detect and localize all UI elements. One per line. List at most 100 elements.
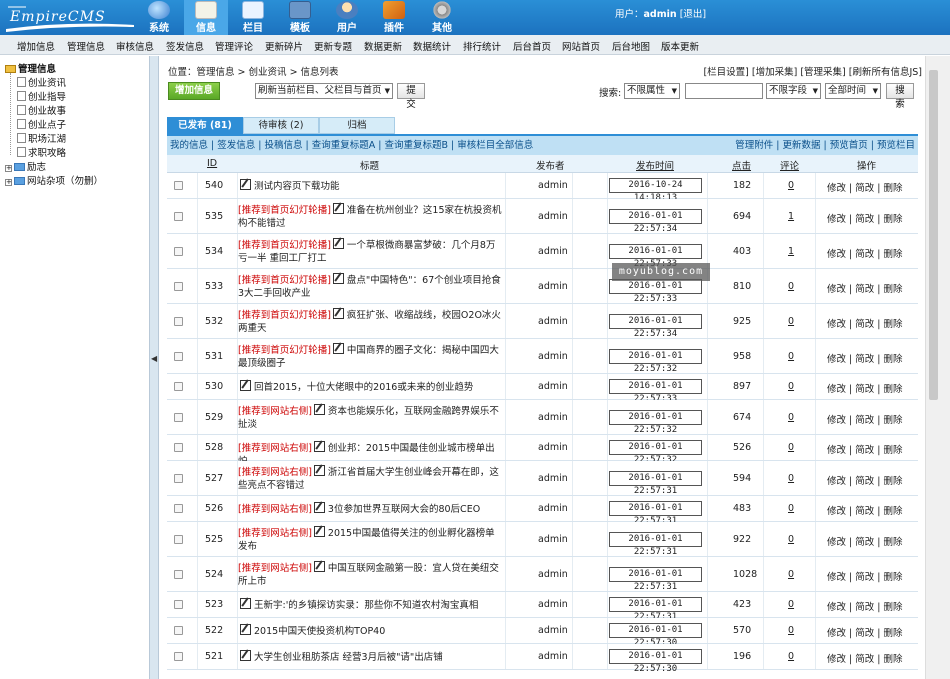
row-comments-link[interactable]: 0 bbox=[788, 180, 794, 191]
topnav-user[interactable]: 用户 bbox=[325, 0, 369, 35]
edit-icon[interactable] bbox=[240, 598, 251, 609]
row-time-input[interactable]: 2016-01-01 22:57:31 bbox=[609, 532, 702, 557]
menu-item[interactable]: 数据统计 bbox=[413, 39, 451, 53]
menu-item[interactable]: 数据更新 bbox=[364, 39, 402, 53]
row-ops-links[interactable]: 修改 | 简改 | 删除 bbox=[827, 569, 902, 583]
row-checkbox[interactable] bbox=[174, 181, 183, 190]
row-ops-links[interactable]: 修改 | 简改 | 删除 bbox=[827, 625, 902, 639]
row-ops-links[interactable]: 修改 | 简改 | 删除 bbox=[827, 412, 902, 426]
table-toolbar-left-links[interactable]: 我的信息 | 签发信息 | 投稿信息 | 查询重复标题A | 查询重复标题B |… bbox=[170, 140, 533, 151]
row-time-input[interactable]: 2016-01-01 22:57:31 bbox=[609, 471, 702, 496]
row-checkbox[interactable] bbox=[174, 282, 183, 291]
row-time-input[interactable]: 2016-10-24 14:18:13 bbox=[609, 178, 702, 203]
row-time-input[interactable]: 2016-01-01 22:57:33 bbox=[609, 244, 702, 269]
edit-icon[interactable] bbox=[240, 650, 251, 661]
expand-icon[interactable]: + bbox=[5, 179, 12, 186]
tree-item[interactable]: 创业指导 bbox=[17, 89, 66, 103]
edit-icon[interactable] bbox=[313, 404, 325, 415]
time-select[interactable]: 全部时间 bbox=[825, 83, 881, 99]
row-checkbox[interactable] bbox=[174, 600, 183, 609]
row-checkbox[interactable] bbox=[174, 413, 183, 422]
topnav-other[interactable]: 其他 bbox=[420, 0, 464, 35]
row-ops-links[interactable]: 修改 | 简改 | 删除 bbox=[827, 442, 902, 456]
row-ops-links[interactable]: 修改 | 简改 | 删除 bbox=[827, 599, 902, 613]
edit-icon[interactable] bbox=[313, 441, 325, 452]
row-title-link[interactable]: 大学生创业租肪茶店 经营3月后被"请"出店铺 bbox=[254, 652, 443, 663]
edit-icon[interactable] bbox=[313, 465, 325, 476]
menu-item[interactable]: 后台首页 bbox=[513, 39, 551, 53]
edit-icon[interactable] bbox=[240, 624, 251, 635]
tab-published[interactable]: 已发布 (81) bbox=[167, 117, 243, 134]
tree-item[interactable]: 求职攻略 bbox=[17, 145, 66, 159]
row-time-input[interactable]: 2016-01-01 22:57:31 bbox=[609, 597, 702, 622]
row-checkbox[interactable] bbox=[174, 474, 183, 483]
row-recommend-tag[interactable]: [推荐到网站右侧] bbox=[238, 528, 312, 539]
row-ops-links[interactable]: 修改 | 简改 | 删除 bbox=[827, 351, 902, 365]
row-checkbox[interactable] bbox=[174, 626, 183, 635]
row-comments-link[interactable]: 0 bbox=[788, 503, 794, 514]
edit-icon[interactable] bbox=[332, 343, 344, 354]
topnav-plugin[interactable]: 插件 bbox=[372, 0, 416, 35]
menu-item[interactable]: 更新专题 bbox=[314, 39, 352, 53]
scrollbar-thumb[interactable] bbox=[929, 70, 938, 400]
row-recommend-tag[interactable]: [推荐到网站右侧] bbox=[238, 504, 312, 515]
row-recommend-tag[interactable]: [推荐到首页幻灯轮播] bbox=[238, 345, 331, 356]
col-comments[interactable]: 评论 bbox=[780, 158, 799, 172]
tree-item[interactable]: 创业故事 bbox=[17, 103, 66, 117]
row-title-link[interactable]: 2015中国天使投资机构TOP40 bbox=[254, 626, 385, 637]
tab-archive[interactable]: 归档 bbox=[319, 117, 395, 134]
menu-item[interactable]: 增加信息 bbox=[17, 39, 55, 53]
row-time-input[interactable]: 2016-01-01 22:57:30 bbox=[609, 649, 702, 674]
refresh-select[interactable]: 刷新当前栏目、父栏目与首页 bbox=[255, 83, 393, 99]
edit-icon[interactable] bbox=[332, 238, 344, 249]
row-ops-links[interactable]: 修改 | 简改 | 删除 bbox=[827, 381, 902, 395]
menu-item[interactable]: 网站首页 bbox=[562, 39, 600, 53]
tree-item[interactable]: 创业资讯 bbox=[17, 75, 66, 89]
edit-icon[interactable] bbox=[240, 179, 251, 190]
row-recommend-tag[interactable]: [推荐到网站右侧] bbox=[238, 467, 312, 478]
breadcrumb-link[interactable]: 管理信息 bbox=[197, 67, 235, 78]
row-checkbox[interactable] bbox=[174, 443, 183, 452]
field-select[interactable]: 不限字段 bbox=[766, 83, 821, 99]
collapse-handle[interactable]: ◀ bbox=[150, 56, 159, 679]
row-recommend-tag[interactable]: [推荐到网站右侧] bbox=[238, 443, 312, 454]
row-title-link[interactable]: 回首2015，十位大佬眼中的2016或未来的创业趋势 bbox=[254, 382, 473, 393]
top-links[interactable]: [栏目设置] [增加采集] [管理采集] [刷新所有信息JS] bbox=[703, 64, 922, 78]
row-time-input[interactable]: 2016-01-01 22:57:32 bbox=[609, 410, 702, 435]
row-comments-link[interactable]: 0 bbox=[788, 281, 794, 292]
row-recommend-tag[interactable]: [推荐到首页幻灯轮播] bbox=[238, 275, 331, 286]
row-recommend-tag[interactable]: [推荐到首页幻灯轮播] bbox=[238, 240, 331, 251]
col-clicks[interactable]: 点击 bbox=[732, 158, 751, 172]
row-time-input[interactable]: 2016-01-01 22:57:33 bbox=[609, 279, 702, 304]
row-comments-link[interactable]: 0 bbox=[788, 651, 794, 662]
row-title-link[interactable]: 王新宇:'的乡镇探访实录：那些你不知道农村淘宝真相 bbox=[254, 600, 478, 611]
row-comments-link[interactable]: 0 bbox=[788, 625, 794, 636]
row-time-input[interactable]: 2016-01-01 22:57:34 bbox=[609, 209, 702, 234]
table-toolbar-right-links[interactable]: 管理附件 | 更新数据 | 预览首页 | 预览栏目 bbox=[735, 136, 915, 155]
row-ops-links[interactable]: 修改 | 简改 | 删除 bbox=[827, 316, 902, 330]
row-comments-link[interactable]: 0 bbox=[788, 351, 794, 362]
row-time-input[interactable]: 2016-01-01 22:57:30 bbox=[609, 623, 702, 648]
row-ops-links[interactable]: 修改 | 简改 | 删除 bbox=[827, 281, 902, 295]
menu-item[interactable]: 管理信息 bbox=[67, 39, 105, 53]
row-checkbox[interactable] bbox=[174, 352, 183, 361]
edit-icon[interactable] bbox=[240, 380, 251, 391]
menu-item[interactable]: 后台地图 bbox=[612, 39, 650, 53]
row-checkbox[interactable] bbox=[174, 317, 183, 326]
edit-icon[interactable] bbox=[313, 502, 325, 513]
row-checkbox[interactable] bbox=[174, 570, 183, 579]
search-button[interactable]: 搜索 bbox=[886, 83, 914, 110]
row-time-input[interactable]: 2016-01-01 22:57:32 bbox=[609, 440, 702, 465]
add-info-button[interactable]: 增加信息 bbox=[168, 82, 220, 100]
topnav-system[interactable]: 系统 bbox=[137, 0, 181, 35]
row-comments-link[interactable]: 0 bbox=[788, 381, 794, 392]
row-recommend-tag[interactable]: [推荐到网站右侧] bbox=[238, 406, 312, 417]
row-ops-links[interactable]: 修改 | 简改 | 删除 bbox=[827, 180, 902, 194]
row-checkbox[interactable] bbox=[174, 504, 183, 513]
topnav-column[interactable]: 栏目 bbox=[231, 0, 275, 35]
col-time[interactable]: 发布时间 bbox=[636, 158, 674, 172]
expand-icon[interactable]: + bbox=[5, 165, 12, 172]
edit-icon[interactable] bbox=[313, 526, 325, 537]
row-comments-link[interactable]: 0 bbox=[788, 534, 794, 545]
row-checkbox[interactable] bbox=[174, 212, 183, 221]
